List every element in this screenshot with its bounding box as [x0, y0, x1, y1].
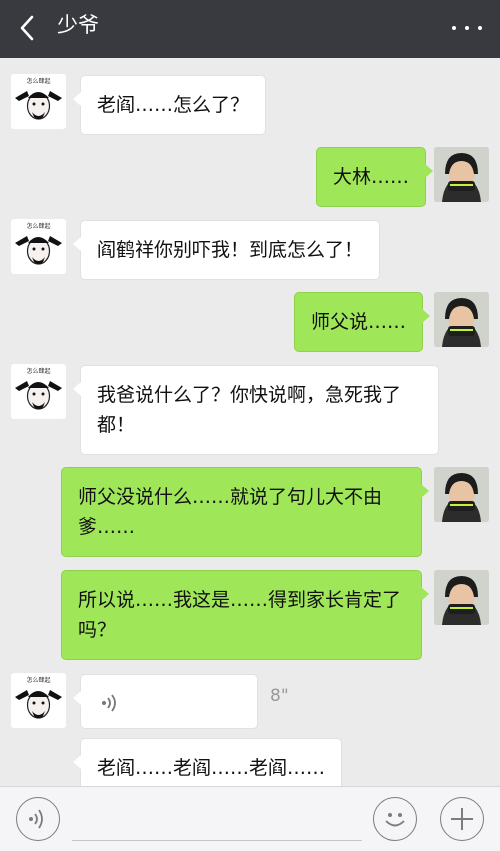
- message-bubble-incoming[interactable]: 老阎……老阎……老阎……: [72, 738, 343, 786]
- more-dots-icon: [452, 26, 456, 30]
- message-input[interactable]: [72, 799, 362, 841]
- more-button[interactable]: [452, 22, 482, 34]
- contact-avatar[interactable]: 怎么肆起: [11, 673, 66, 728]
- back-button[interactable]: [12, 12, 44, 44]
- my-avatar[interactable]: [434, 147, 489, 202]
- voice-icon: [29, 809, 43, 829]
- message-bubble-outgoing[interactable]: 师父说……: [294, 292, 431, 352]
- contact-avatar[interactable]: 怎么肆起: [11, 74, 66, 129]
- title-bar: 少爷: [0, 0, 500, 58]
- emoji-button[interactable]: [373, 797, 417, 841]
- message-bubble-incoming[interactable]: 阎鹤祥你别吓我！到底怎么了！: [72, 220, 381, 280]
- add-button[interactable]: [440, 797, 484, 841]
- my-avatar[interactable]: [434, 292, 489, 347]
- avatar-caption: 怎么肆起: [26, 77, 50, 85]
- chat-title: 少爷: [57, 13, 99, 37]
- message-bubble-outgoing[interactable]: 师父没说什么……就说了句儿大不由爹……: [61, 467, 429, 557]
- voice-duration: 8": [270, 686, 289, 706]
- message-bubble-outgoing[interactable]: 所以说……我这是……得到家长肯定了吗？: [61, 570, 429, 660]
- contact-avatar[interactable]: 怎么肆起: [11, 219, 66, 274]
- contact-avatar[interactable]: 怎么肆起: [11, 364, 66, 419]
- input-bar: [0, 786, 500, 851]
- svg-text:怎么肆起: 怎么肆起: [26, 676, 50, 684]
- plus-icon: [451, 808, 473, 830]
- voice-toggle-button[interactable]: [16, 797, 60, 841]
- emoji-icon: [385, 813, 405, 827]
- message-bubble-incoming[interactable]: 我爸说什么了？你快说啊，急死我了都！: [73, 365, 439, 455]
- svg-text:怎么肆起: 怎么肆起: [26, 222, 50, 230]
- message-bubble-outgoing[interactable]: 大林……: [316, 147, 434, 207]
- chevron-left-icon: [20, 15, 34, 41]
- my-avatar[interactable]: [434, 570, 489, 625]
- voice-wave-icon: [102, 694, 116, 712]
- message-list[interactable]: 怎么肆起 老阎……怎么了？ 大林…… 怎么肆起 阎鹤祥你别吓我！到底怎么了！ 师…: [0, 58, 500, 786]
- svg-text:怎么肆起: 怎么肆起: [26, 367, 50, 375]
- voice-message-bubble[interactable]: [73, 674, 258, 729]
- message-bubble-incoming[interactable]: 老阎……怎么了？: [72, 75, 267, 135]
- my-avatar[interactable]: [434, 467, 489, 522]
